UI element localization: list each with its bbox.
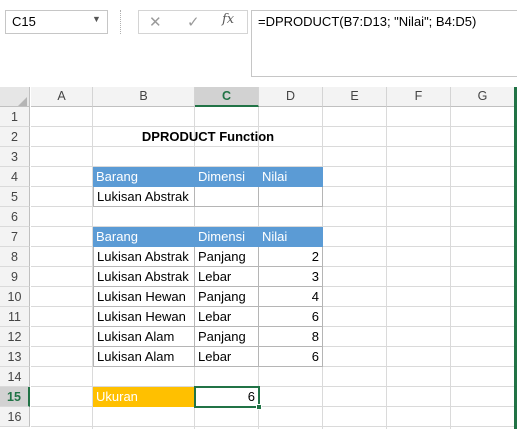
table-cell[interactable]: Lukisan Hewan — [93, 287, 195, 307]
name-box-value: C15 — [12, 14, 36, 29]
row-header-16[interactable]: 16 — [0, 407, 30, 427]
table-cell[interactable]: Lukisan Alam — [93, 327, 195, 347]
column-header-g[interactable]: G — [451, 87, 515, 107]
row-header-15[interactable]: 15 — [0, 387, 30, 407]
criteria-cell-barang[interactable]: Lukisan Abstrak — [93, 187, 195, 207]
cancel-x-icon[interactable]: ✕ — [149, 13, 162, 31]
divider-handle[interactable] — [120, 10, 122, 34]
row-header-12[interactable]: 12 — [0, 327, 30, 347]
table-cell[interactable]: 2 — [259, 247, 323, 267]
formula-text: =DPRODUCT(B7:D13; "Nilai"; B4:D5) — [258, 14, 477, 29]
criteria-cell-dimensi[interactable] — [195, 187, 259, 207]
table-cell[interactable]: 6 — [259, 347, 323, 367]
table-cell[interactable]: Lebar — [195, 307, 259, 327]
column-header-d[interactable]: D — [259, 87, 323, 107]
table-cell[interactable]: 8 — [259, 327, 323, 347]
column-header-e[interactable]: E — [323, 87, 387, 107]
checkmark-icon[interactable]: ✓ — [187, 13, 200, 31]
table-cell[interactable]: 3 — [259, 267, 323, 287]
table-cell[interactable]: Panjang — [195, 287, 259, 307]
row-header-8[interactable]: 8 — [0, 247, 30, 267]
row-header-7[interactable]: 7 — [0, 227, 30, 247]
column-header-f[interactable]: F — [387, 87, 451, 107]
row-header-1[interactable]: 1 — [0, 107, 30, 127]
row-header-5[interactable]: 5 — [0, 187, 30, 207]
row-header-9[interactable]: 9 — [0, 267, 30, 287]
criteria-header-nilai[interactable]: Nilai — [259, 167, 323, 187]
table-cell[interactable]: Lukisan Hewan — [93, 307, 195, 327]
chevron-down-icon[interactable]: ▼ — [92, 14, 101, 24]
table-cell[interactable]: Lukisan Abstrak — [93, 267, 195, 287]
sheet-title[interactable]: DPRODUCT Function — [93, 127, 323, 147]
table-cell[interactable]: 6 — [259, 307, 323, 327]
row-header-3[interactable]: 3 — [0, 147, 30, 167]
database-header-nilai[interactable]: Nilai — [259, 227, 323, 247]
criteria-header-barang[interactable]: Barang — [93, 167, 195, 187]
table-cell[interactable]: Panjang — [195, 327, 259, 347]
table-cell[interactable]: Panjang — [195, 247, 259, 267]
select-all-icon — [18, 97, 27, 106]
row-header-11[interactable]: 11 — [0, 307, 30, 327]
insert-function-icon[interactable]: fx — [222, 12, 234, 27]
active-cell-c15[interactable]: 6 — [194, 386, 260, 408]
table-cell[interactable]: Lebar — [195, 347, 259, 367]
column-header-b[interactable]: B — [93, 87, 195, 107]
table-cell[interactable]: Lebar — [195, 267, 259, 287]
database-header-dimensi[interactable]: Dimensi — [195, 227, 259, 247]
criteria-cell-nilai[interactable] — [259, 187, 323, 207]
criteria-header-dimensi[interactable]: Dimensi — [195, 167, 259, 187]
row-header-13[interactable]: 13 — [0, 347, 30, 367]
row-header-10[interactable]: 10 — [0, 287, 30, 307]
row-header-14[interactable]: 14 — [0, 367, 30, 387]
table-cell[interactable]: Lukisan Abstrak — [93, 247, 195, 267]
row-header-6[interactable]: 6 — [0, 207, 30, 227]
fill-handle[interactable] — [256, 404, 262, 410]
row-header-2[interactable]: 2 — [0, 127, 30, 147]
result-label[interactable]: Ukuran — [93, 387, 195, 407]
column-header-c[interactable]: C — [195, 87, 259, 107]
database-header-barang[interactable]: Barang — [93, 227, 195, 247]
table-cell[interactable]: 4 — [259, 287, 323, 307]
column-header-a[interactable]: A — [31, 87, 93, 107]
table-cell[interactable]: Lukisan Alam — [93, 347, 195, 367]
row-header-4[interactable]: 4 — [0, 167, 30, 187]
